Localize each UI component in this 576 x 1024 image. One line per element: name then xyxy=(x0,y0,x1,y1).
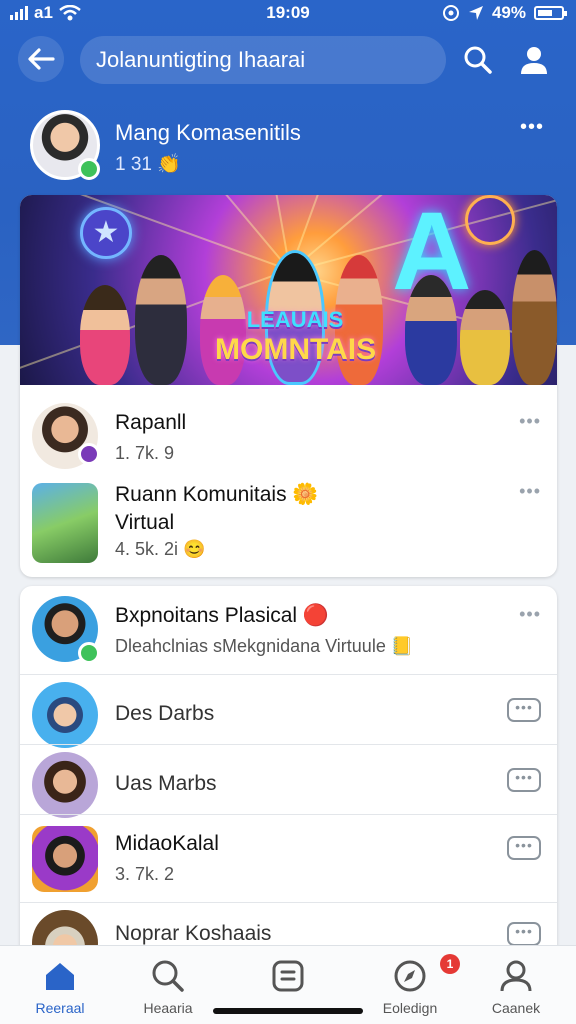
more-options-icon[interactable]: ••• xyxy=(520,116,544,139)
top-bar: Jolanuntigting Ihaarai xyxy=(0,30,576,90)
item-name: Rapanll xyxy=(115,411,187,434)
divider xyxy=(20,902,557,903)
more-options-icon[interactable]: ••• xyxy=(519,481,541,502)
community-list: Bxpnoitans Plasical 🔴 Dleahclnias sMekgn… xyxy=(20,586,557,966)
nav-label: Heaaria xyxy=(143,1000,193,1016)
location-icon xyxy=(468,6,483,20)
item-name: MidaoKalal xyxy=(115,832,219,855)
home-icon xyxy=(46,963,74,990)
divider xyxy=(20,814,557,815)
item-description: Dleahclnias sMekgnidana Virtuule 📒 xyxy=(115,636,414,656)
avatar xyxy=(32,483,98,563)
nav-label: Eoledign xyxy=(382,1000,438,1016)
member-badge xyxy=(78,443,100,465)
profile-button[interactable] xyxy=(514,40,554,80)
battery-percent: 49% xyxy=(491,3,526,22)
item-name: Noprar Koshaais xyxy=(115,922,272,945)
avatar xyxy=(32,826,98,892)
neon-sign-graphic xyxy=(465,195,515,245)
item-stats: 1. 7k. 9 xyxy=(115,443,175,463)
divider xyxy=(20,744,557,745)
avatar xyxy=(32,752,98,818)
online-badge xyxy=(78,158,100,180)
more-options-icon[interactable]: ••• xyxy=(519,604,541,625)
list-item[interactable]: Rapanll 1. 7k. 9 ••• xyxy=(20,393,557,483)
list-item[interactable]: MidaoKalal 3. 7k. 2 ••• xyxy=(20,818,557,902)
list-item[interactable]: Ruann Komunitais 🌼 Virtual 4. 5k. 2i 😊 •… xyxy=(20,477,557,577)
more-options-icon[interactable]: ••• xyxy=(519,411,541,432)
person-figure xyxy=(512,250,557,385)
person-figure xyxy=(460,290,510,385)
chat-icon xyxy=(272,960,304,992)
list-item[interactable]: Uas Marbs ••• xyxy=(20,748,557,818)
notification-badge: 1 xyxy=(440,954,460,974)
star-icon: ★ xyxy=(80,207,132,259)
item-name: Bxpnoitans Plasical 🔴 xyxy=(115,604,330,627)
profile-icon xyxy=(500,960,532,992)
avatar xyxy=(32,682,98,748)
nav-label: Reeraal xyxy=(35,1000,85,1016)
person-figure xyxy=(80,285,130,385)
featured-card: ★ A LEAUAIS MOMNTAIS Rapanll 1. 7k. 9 ••… xyxy=(20,195,557,577)
list-item[interactable]: Bxpnoitans Plasical 🔴 Dleahclnias sMekgn… xyxy=(20,586,557,676)
search-button[interactable] xyxy=(458,40,498,80)
person-figure xyxy=(405,275,457,385)
message-button[interactable]: ••• xyxy=(507,768,541,792)
nav-explore[interactable]: 1 Eoledign xyxy=(360,954,460,1022)
community-stats: 1 31 👏 xyxy=(115,154,181,175)
search-icon xyxy=(464,46,492,74)
online-badge xyxy=(78,642,100,664)
item-stats: 3. 7k. 2 xyxy=(115,864,175,884)
arrow-left-icon xyxy=(28,48,55,70)
battery-icon xyxy=(534,6,567,20)
search-icon xyxy=(152,960,184,992)
community-header[interactable]: Mang Komasenitils 1 31 👏 ••• xyxy=(30,110,550,190)
compass-icon xyxy=(394,960,426,992)
item-name: Des Darbs xyxy=(115,702,215,725)
rotation-lock-icon xyxy=(442,5,459,21)
nav-label: Caanek xyxy=(491,1000,541,1016)
search-input[interactable]: Jolanuntigting Ihaarai xyxy=(80,36,446,84)
person-icon xyxy=(521,47,547,74)
message-button[interactable]: ••• xyxy=(507,922,541,946)
nav-profile[interactable]: Caanek xyxy=(466,958,566,1022)
banner-title: LEAUAIS MOMNTAIS xyxy=(215,307,377,366)
home-indicator[interactable] xyxy=(213,1008,363,1014)
nav-search[interactable]: Heaaria xyxy=(118,958,218,1022)
status-bar: a1 19:09 49% xyxy=(0,0,576,28)
divider xyxy=(20,674,557,675)
item-stats: 4. 5k. 2i 😊 xyxy=(115,539,206,559)
community-name: Mang Komasenitils xyxy=(115,120,301,145)
community-banner[interactable]: ★ A LEAUAIS MOMNTAIS xyxy=(20,195,557,385)
message-button[interactable]: ••• xyxy=(507,698,541,722)
message-button[interactable]: ••• xyxy=(507,836,541,860)
nav-home[interactable]: Reeraal xyxy=(10,958,110,1022)
list-item[interactable]: Des Darbs ••• xyxy=(20,678,557,748)
item-name-line2: Virtual xyxy=(115,511,175,534)
back-button[interactable] xyxy=(18,36,64,82)
person-figure xyxy=(135,255,187,385)
item-name: Ruann Komunitais 🌼 xyxy=(115,483,319,506)
item-name: Uas Marbs xyxy=(115,772,217,795)
